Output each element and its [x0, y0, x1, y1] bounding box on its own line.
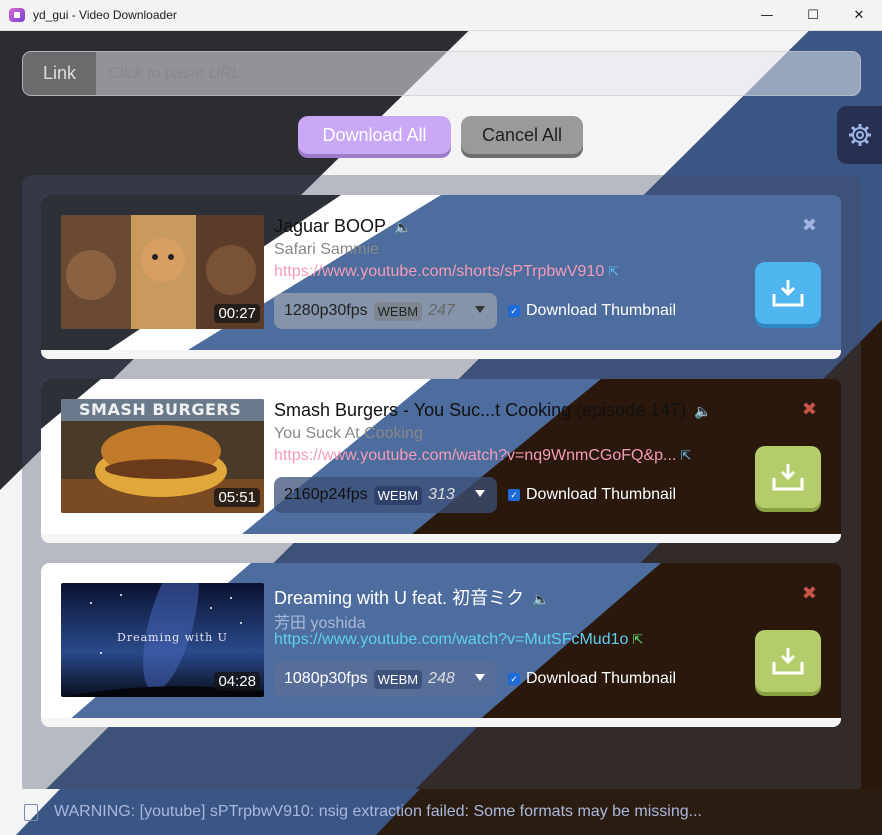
- download-thumbnail-label: Download Thumbnail: [526, 302, 677, 319]
- video-link[interactable]: https://www.youtube.com/watch?v=MutSFcMu…: [274, 631, 643, 649]
- video-channel: 芳田 yoshida: [274, 615, 366, 632]
- gear-icon: [848, 124, 871, 146]
- settings-button[interactable]: [837, 106, 882, 164]
- download-thumbnail-label: Download Thumbnail: [526, 486, 677, 503]
- format-select[interactable]: 1280p30fps WEBM 247: [274, 293, 497, 329]
- main-content: Link Download All Cancel All: [0, 31, 882, 835]
- checkbox-checked-icon[interactable]: ✓: [508, 305, 520, 317]
- speaker-icon: 🔈: [532, 591, 550, 607]
- video-title: Smash Burgers - You Suc...t Cooking (epi…: [274, 400, 712, 421]
- status-message: WARNING: [youtube] sPTrpbwV910: nsig ext…: [54, 803, 702, 820]
- close-window-button[interactable]: ✕: [836, 0, 882, 31]
- format-id: 248: [428, 670, 455, 687]
- chevron-down-icon: [475, 674, 485, 681]
- download-button[interactable]: [755, 630, 821, 692]
- close-icon[interactable]: ✖: [802, 215, 817, 236]
- download-button[interactable]: [755, 262, 821, 324]
- format-container-badge: WEBM: [373, 669, 423, 689]
- app-icon: [9, 8, 25, 22]
- download-icon: [772, 648, 804, 675]
- external-link-icon[interactable]: ⇱: [632, 632, 643, 647]
- log-icon: [24, 803, 38, 821]
- format-id: 247: [428, 302, 455, 319]
- maximize-button[interactable]: ☐: [790, 0, 836, 31]
- video-duration: 04:28: [214, 672, 260, 691]
- format-container-badge: WEBM: [373, 301, 423, 321]
- close-icon[interactable]: ✖: [802, 583, 817, 604]
- thumbnail-caption: SMASH BURGERS: [79, 400, 242, 419]
- download-icon: [772, 464, 804, 491]
- video-url[interactable]: https://www.youtube.com/shorts/sPTrpbwV9…: [274, 263, 604, 280]
- format-container-badge: WEBM: [373, 485, 423, 505]
- video-thumbnail[interactable]: SMASH BURGERS 05:51: [61, 399, 264, 513]
- video-title: Dreaming with U feat. 初音ミク 🔈: [274, 584, 550, 610]
- url-label: Link: [23, 52, 96, 95]
- chevron-down-icon: [475, 490, 485, 497]
- format-resolution: 1080p30fps: [284, 670, 368, 687]
- download-button[interactable]: [755, 446, 821, 508]
- download-thumbnail-option[interactable]: ✓ Download Thumbnail: [508, 486, 676, 504]
- video-thumbnail[interactable]: 00:27: [61, 215, 264, 329]
- video-card: 00:27 Jaguar BOOP 🔈 Safari Sammie https:/…: [41, 195, 841, 359]
- video-link[interactable]: https://www.youtube.com/watch?v=nq9WnmCG…: [274, 447, 691, 465]
- download-thumbnail-label: Download Thumbnail: [526, 670, 677, 687]
- speaker-icon: 🔈: [394, 219, 412, 235]
- video-url[interactable]: https://www.youtube.com/watch?v=nq9WnmCG…: [274, 447, 676, 464]
- card-divider: [41, 350, 841, 359]
- download-all-button[interactable]: Download All: [298, 116, 451, 154]
- format-select[interactable]: 1080p30fps WEBM 248: [274, 661, 497, 697]
- video-title-text: Jaguar BOOP: [274, 216, 387, 236]
- status-bar: WARNING: [youtube] sPTrpbwV910: nsig ext…: [0, 789, 882, 835]
- download-thumbnail-option[interactable]: ✓ Download Thumbnail: [508, 302, 676, 320]
- format-resolution: 2160p24fps: [284, 486, 368, 503]
- thumbnail-caption: Dreaming with U: [117, 631, 228, 644]
- checkbox-checked-icon[interactable]: ✓: [508, 673, 520, 685]
- format-select[interactable]: 2160p24fps WEBM 313: [274, 477, 497, 513]
- cancel-all-button[interactable]: Cancel All: [461, 116, 583, 154]
- speaker-icon: 🔈: [694, 403, 712, 419]
- video-title-text: Dreaming with U feat. 初音ミク: [274, 588, 525, 608]
- window-titlebar: yd_gui - Video Downloader — ☐ ✕: [0, 0, 882, 31]
- video-channel: Safari Sammie: [274, 241, 379, 258]
- video-duration: 00:27: [214, 304, 260, 323]
- download-thumbnail-option[interactable]: ✓ Download Thumbnail: [508, 670, 676, 688]
- minimize-button[interactable]: —: [744, 0, 790, 31]
- external-link-icon[interactable]: ⇱: [680, 448, 691, 463]
- video-title-text: Smash Burgers - You Suc...t Cooking (epi…: [274, 400, 687, 420]
- close-icon[interactable]: ✖: [802, 399, 817, 420]
- card-divider: [41, 718, 841, 727]
- video-channel: You Suck At Cooking: [274, 425, 423, 442]
- url-bar: Link: [22, 51, 861, 96]
- video-card: SMASH BURGERS 05:51 Smash Burgers - You …: [41, 379, 841, 543]
- card-divider: [41, 534, 841, 543]
- external-link-icon[interactable]: ⇱: [608, 264, 619, 279]
- video-duration: 05:51: [214, 488, 260, 507]
- download-icon: [772, 280, 804, 307]
- video-link[interactable]: https://www.youtube.com/shorts/sPTrpbwV9…: [274, 263, 619, 281]
- video-thumbnail[interactable]: Dreaming with U 04:28: [61, 583, 264, 697]
- window-title: yd_gui - Video Downloader: [33, 8, 177, 22]
- format-resolution: 1280p30fps: [284, 302, 368, 319]
- video-card: Dreaming with U 04:28 Dreaming with U fe…: [41, 563, 841, 727]
- checkbox-checked-icon[interactable]: ✓: [508, 489, 520, 501]
- url-input[interactable]: [96, 52, 860, 95]
- format-id: 313: [428, 486, 455, 503]
- video-url[interactable]: https://www.youtube.com/watch?v=MutSFcMu…: [274, 631, 628, 648]
- chevron-down-icon: [475, 306, 485, 313]
- video-title: Jaguar BOOP 🔈: [274, 216, 412, 237]
